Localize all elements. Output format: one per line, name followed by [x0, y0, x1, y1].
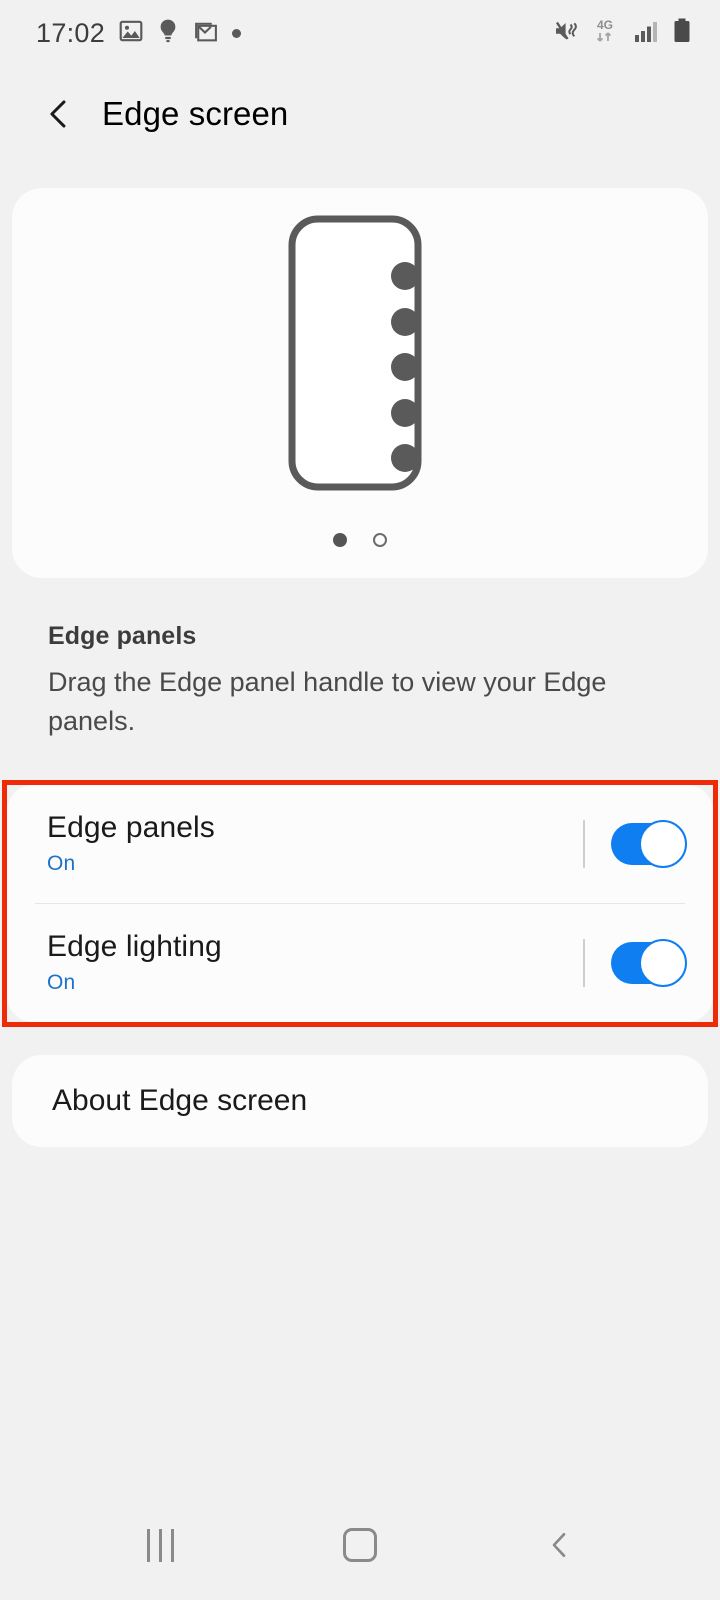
- setting-value-edge-lighting: On: [47, 971, 76, 995]
- home-button[interactable]: [312, 1497, 408, 1593]
- home-icon: [343, 1528, 377, 1562]
- gallery-icon: [118, 18, 144, 49]
- vertical-divider: [583, 819, 585, 868]
- app-bar: Edge screen: [0, 66, 720, 162]
- system-navigation-bar: [0, 1490, 720, 1600]
- setting-row-texts: Edge panels On: [47, 811, 215, 876]
- recents-icon: [146, 1528, 174, 1562]
- setting-value-edge-panels: On: [47, 852, 76, 876]
- setting-label-edge-lighting: Edge lighting: [47, 930, 222, 964]
- signal-bars-icon: [634, 18, 662, 49]
- gmail-icon: [192, 18, 219, 49]
- toggle-edge-panels[interactable]: [611, 819, 687, 868]
- status-bar: 17:02 4G: [0, 0, 720, 66]
- toggle-knob: [639, 819, 687, 868]
- edge-settings-card: Edge panels On Edge lighting On: [7, 784, 713, 1022]
- about-edge-screen-row[interactable]: About Edge screen: [12, 1054, 708, 1147]
- vertical-divider: [583, 938, 585, 987]
- status-bar-left: 17:02: [36, 17, 242, 49]
- 4g-data-icon: 4G: [592, 16, 624, 51]
- setting-row-texts: Edge lighting On: [47, 930, 222, 995]
- mute-vibrate-icon: [554, 18, 582, 49]
- setting-label-edge-panels: Edge panels: [47, 811, 215, 845]
- setting-row-control: [583, 938, 687, 987]
- page-title: Edge screen: [102, 95, 289, 132]
- edge-panels-section-header: Edge panels Drag the Edge panel handle t…: [0, 578, 720, 742]
- section-description: Drag the Edge panel handle to view your …: [48, 667, 607, 737]
- edge-screen-settings-page: 17:02 4G Edge screen Edge panels Drag th…: [0, 0, 720, 1600]
- lightbulb-icon: [157, 18, 179, 49]
- setting-row-control: [583, 819, 687, 868]
- battery-icon: [672, 17, 692, 50]
- toggle-knob: [639, 938, 687, 987]
- setting-row-edge-panels[interactable]: Edge panels On: [7, 785, 713, 903]
- status-bar-right: 4G: [554, 16, 692, 51]
- status-clock: 17:02: [36, 17, 106, 48]
- setting-row-edge-lighting[interactable]: Edge lighting On: [7, 904, 713, 1022]
- dot-indicator-icon: [232, 28, 242, 38]
- back-navigation-button[interactable]: [30, 85, 88, 143]
- about-edge-screen-label: About Edge screen: [52, 1083, 308, 1117]
- recents-button[interactable]: [112, 1497, 208, 1593]
- highlight-annotation-box: Edge panels On Edge lighting On: [2, 779, 718, 1027]
- edge-screen-preview-card: [12, 188, 708, 578]
- toggle-edge-lighting[interactable]: [611, 938, 687, 987]
- section-title: Edge panels: [48, 622, 197, 650]
- phone-edge-panel-illustration: [285, 214, 435, 499]
- svg-text:4G: 4G: [597, 18, 613, 32]
- back-icon: [552, 1533, 566, 1557]
- page-dot-2[interactable]: [373, 533, 387, 547]
- page-dot-1[interactable]: [333, 533, 347, 547]
- chevron-left-icon: [50, 100, 66, 128]
- back-button[interactable]: [512, 1497, 608, 1593]
- preview-page-indicator[interactable]: [333, 533, 387, 547]
